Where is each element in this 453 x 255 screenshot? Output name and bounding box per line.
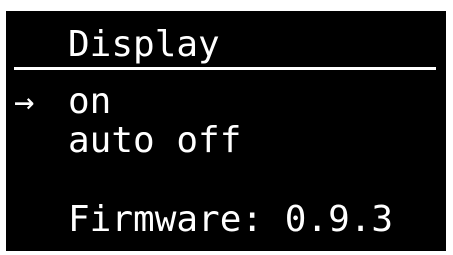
oled-screen: Display → on auto off Firmware: 0.9.3 <box>6 11 446 251</box>
firmware-version: Firmware: 0.9.3 <box>68 199 394 240</box>
selection-arrow-icon: → <box>14 82 35 122</box>
menu-item-auto-off[interactable]: auto off <box>6 121 241 161</box>
menu-item-label: on <box>68 81 112 122</box>
title-divider <box>14 67 436 70</box>
menu-item-label: auto off <box>68 120 242 161</box>
menu-item-on[interactable]: → on <box>6 82 111 123</box>
screen-title: Display <box>68 24 220 65</box>
